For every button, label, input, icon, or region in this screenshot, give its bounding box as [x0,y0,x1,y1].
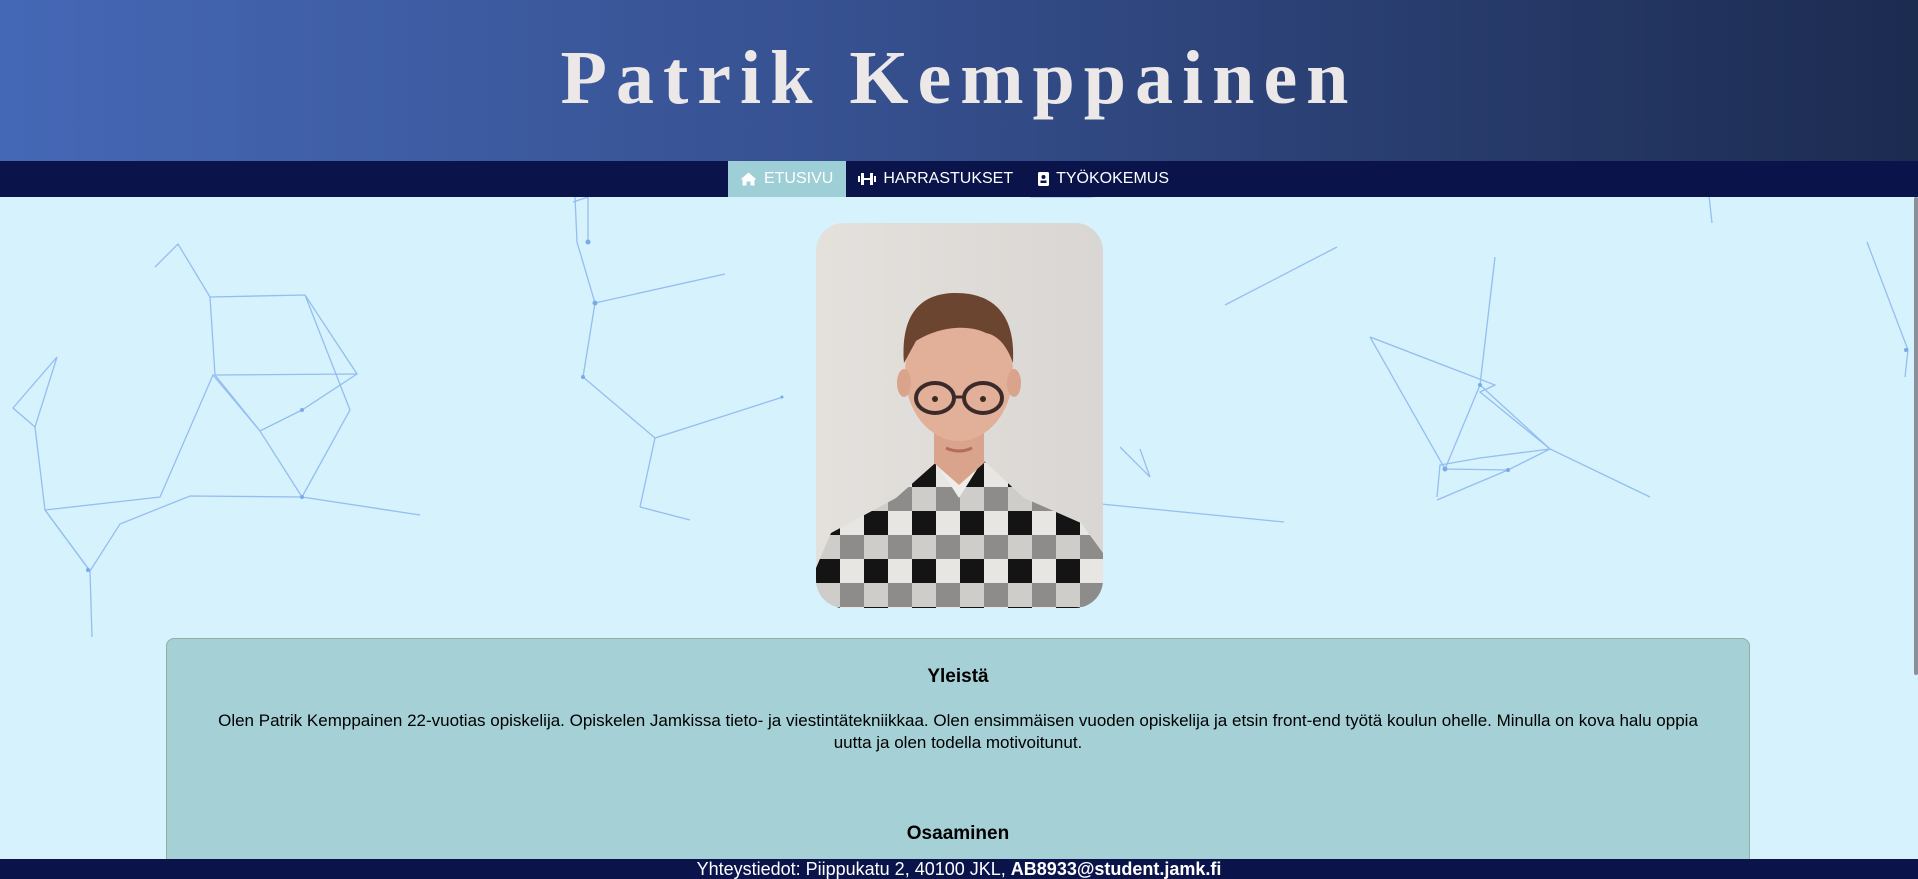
nav-label-tyokokemus: TYÖKOKEMUS [1056,170,1170,187]
site-title: Patrik Kemppainen [560,36,1358,120]
contact-email[interactable]: AB8933@student.jamk.fi [1011,859,1222,879]
main-navigation: ETUSIVU HARRASTUKSET TYÖKOKEMUS [0,161,1918,197]
nav-label-harrastukset: HARRASTUKSET [883,170,1014,187]
about-section: Yleistä Olen Patrik Kemppainen 22-vuotia… [166,638,1750,878]
nav-item-tyokokemus[interactable]: TYÖKOKEMUS [1026,161,1182,197]
home-icon [740,172,757,186]
nav-label-etusivu: ETUSIVU [763,170,834,187]
id-badge-icon [1038,172,1050,186]
nav-item-etusivu[interactable]: ETUSIVU [727,161,847,197]
skills-heading: Osaaminen [906,823,1010,844]
dumbbell-icon [858,172,877,186]
scrollbar-thumb[interactable] [1914,197,1918,675]
general-heading: Yleistä [927,666,989,687]
nav-item-harrastukset[interactable]: HARRASTUKSET [846,161,1026,197]
contact-text: Yhteystiedot: Piippukatu 2, 40100 JKL, [696,859,1006,879]
profile-photo [816,223,1103,608]
site-footer: Yhteystiedot: Piippukatu 2, 40100 JKL, A… [0,859,1918,879]
general-text: Olen Patrik Kemppainen 22-vuotias opiske… [218,711,1698,752]
site-header: Patrik Kemppainen [0,0,1918,161]
